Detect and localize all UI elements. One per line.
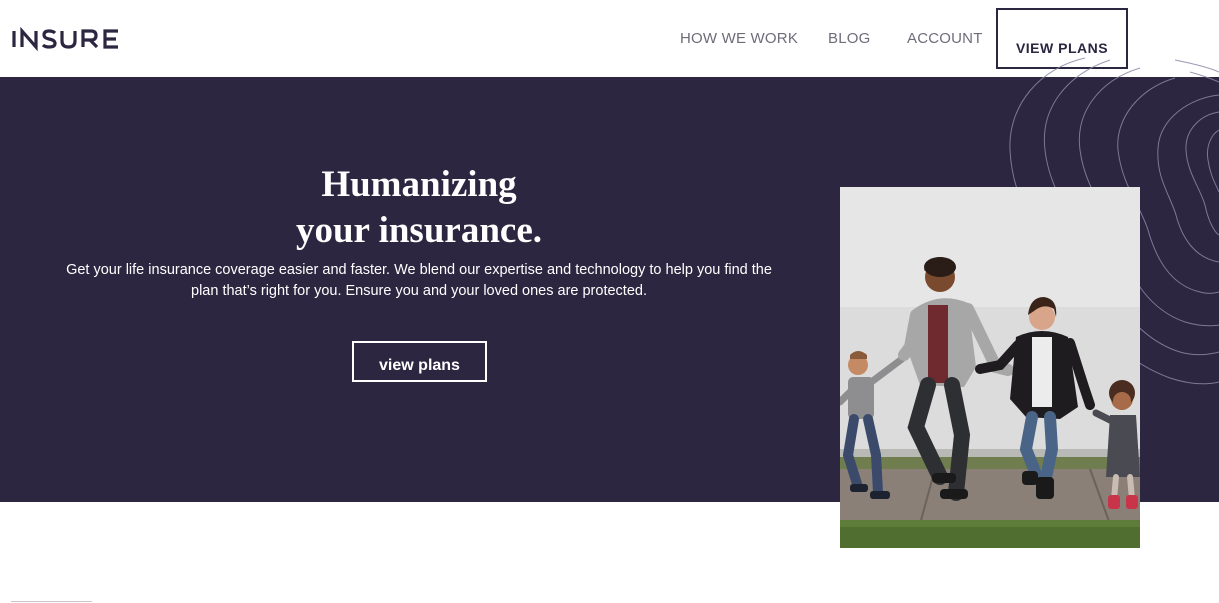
view-plans-hero-button[interactable]: view plans <box>352 341 487 382</box>
view-plans-header-button[interactable]: VIEW PLANS <box>996 8 1128 69</box>
insure-logo[interactable] <box>11 24 124 54</box>
nav-how-we-work[interactable]: HOW WE WORK <box>680 30 798 47</box>
hero-title-line-2: your insurance. <box>295 210 542 251</box>
nav-account[interactable]: ACCOUNT <box>907 30 983 47</box>
nav-blog[interactable]: BLOG <box>828 30 870 47</box>
hero-title: Humanizing your insurance. <box>0 162 838 254</box>
hero-description: Get your life insurance coverage easier … <box>66 262 772 299</box>
section-divider <box>11 601 92 602</box>
hero-title-line-1: Humanizing <box>321 164 517 205</box>
site-header: HOW WE WORK BLOG ACCOUNT VIEW PLANS <box>0 0 1219 77</box>
family-photo <box>840 187 1140 548</box>
